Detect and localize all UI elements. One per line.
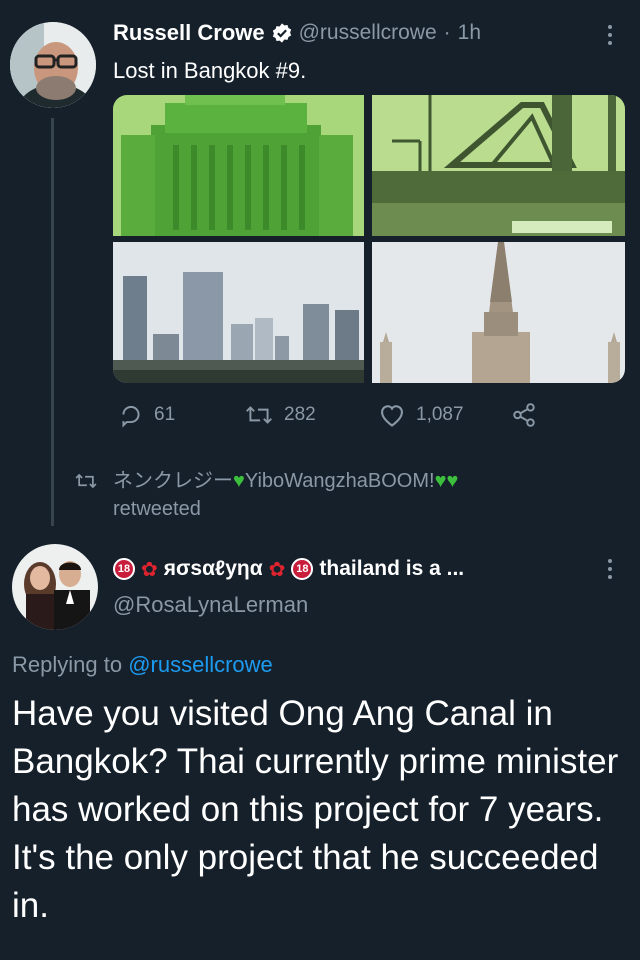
retweet-icon	[245, 406, 273, 424]
reply-text: Have you visited Ong Ang Canal in Bangko…	[12, 694, 619, 925]
author-avatar[interactable]	[10, 22, 96, 108]
heart-icon	[381, 405, 403, 427]
like-count: 1,087	[416, 404, 464, 425]
reply-author-name: яσѕαℓуηα	[163, 557, 263, 580]
replying-to-prefix: Replying to	[12, 652, 123, 677]
reply-more-vertical-icon[interactable]	[600, 556, 620, 582]
rose-icon: ✿	[141, 558, 158, 581]
tweet-text: Lost in Bangkok #9.	[113, 58, 307, 83]
retweet-notice[interactable]: ネンクレジー♥YiboWangzhaBOOM!♥♥	[113, 466, 458, 496]
like-action[interactable]: 1,087	[378, 402, 464, 428]
reply-author-avatar[interactable]	[12, 544, 98, 630]
media-image-1[interactable]	[113, 95, 364, 236]
reply-action[interactable]: 61	[118, 402, 175, 428]
more-vertical-icon[interactable]	[600, 22, 620, 48]
retweeter-name-middle: YiboWangzhaBOOM!	[244, 470, 435, 492]
age-18-badge: 18	[291, 558, 314, 580]
retweeted-label: retweeted	[113, 498, 201, 520]
media-grid	[113, 95, 625, 383]
reply-author-handle[interactable]: @RosaLynaLerman	[113, 592, 308, 618]
author-name[interactable]: Russell Crowe	[113, 20, 265, 46]
age-18-badge: 18	[113, 558, 135, 580]
author-avatar-image	[10, 22, 96, 108]
replying-to: Replying to @russellcrowe	[12, 652, 273, 678]
green-heart-icon: ♥	[233, 470, 245, 492]
verified-badge-icon	[271, 22, 293, 44]
share-icon[interactable]	[510, 402, 538, 433]
media-image-4[interactable]	[372, 242, 625, 383]
green-heart-icon: ♥♥	[434, 470, 459, 492]
retweeter-name-prefix: ネンクレジー	[113, 470, 233, 492]
replying-to-handle[interactable]: @russellcrowe	[128, 652, 273, 677]
media-image-3[interactable]	[113, 242, 364, 383]
author-handle[interactable]: @russellcrowe	[299, 21, 437, 45]
tweet-header: Russell Crowe @russellcrowe · 1h	[113, 18, 573, 48]
rose-icon: ✿	[268, 558, 286, 581]
retweet-notice-icon	[74, 470, 98, 497]
thread-line	[51, 118, 54, 526]
media-image-2[interactable]	[372, 95, 625, 236]
reply-count: 61	[154, 404, 176, 425]
separator-dot: ·	[443, 21, 451, 44]
reply-avatar-image	[12, 544, 98, 630]
reply-author-name-suffix: thailand is a ...	[319, 557, 465, 580]
reply-icon	[122, 405, 140, 428]
reply-header[interactable]: 18 ✿ яσѕαℓуηα ✿ 18 thailand is a ...	[113, 553, 583, 585]
retweet-count: 282	[284, 404, 316, 425]
tweet-time[interactable]: 1h	[458, 21, 481, 45]
retweet-action[interactable]: 282	[244, 402, 316, 428]
